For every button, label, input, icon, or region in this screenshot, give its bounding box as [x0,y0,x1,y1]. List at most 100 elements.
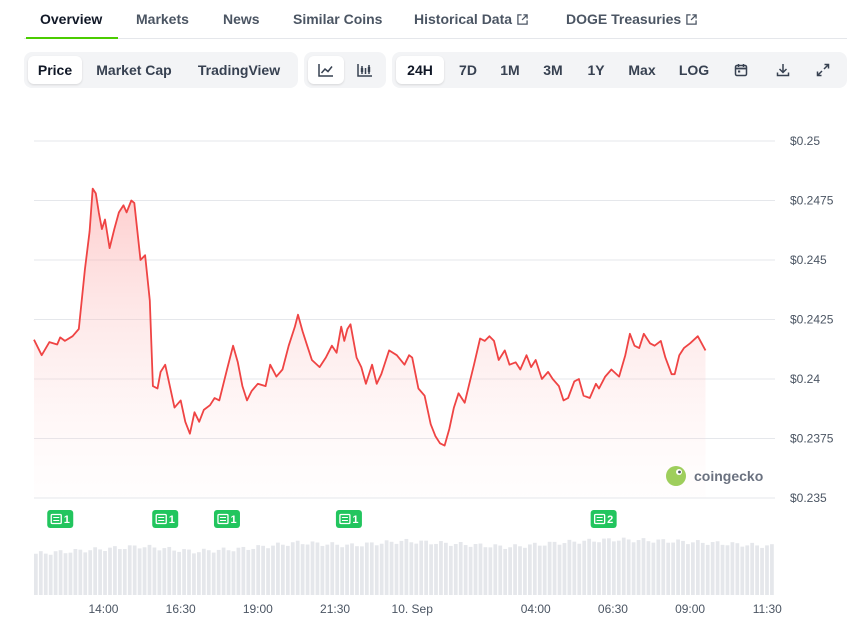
news-badge[interactable]: 1 [47,510,74,528]
volume-bar [58,550,63,595]
volume-bar [53,551,58,595]
y-tick-label: $0.245 [790,253,827,267]
volume-bar [424,540,428,595]
volume-bar [740,546,745,595]
news-badge[interactable]: 2 [590,510,617,528]
volume-bar [661,539,666,595]
price-chart[interactable]: $0.25 $0.2475 $0.245 $0.2425 $0.24 $0.2375 $0.… [0,0,847,625]
volume-bar [592,541,596,595]
volume-bar [93,547,98,595]
volume-bar [256,545,261,595]
volume-bar [384,540,389,595]
volume-bar [236,547,241,595]
volume-bar [651,542,656,595]
news-badge[interactable]: 1 [152,510,179,528]
volume-bar [117,549,122,595]
volume-bar [602,538,606,595]
volume-bar [137,548,142,595]
volume-bar [572,541,577,595]
volume-bar [439,541,443,595]
volume-bar [177,551,181,595]
volume-bar [523,547,527,595]
volume-bar [695,540,700,595]
volume-bar [488,547,493,595]
volume-bar [641,538,646,595]
volume-bar [735,543,740,595]
news-badge-count: 1 [230,514,236,526]
volume-bar [43,553,48,595]
volume-bar [147,544,152,595]
volume-bar [192,553,196,595]
volume-bar [730,542,735,595]
volume-bar [429,544,433,595]
coingecko-wordmark: coingecko [694,468,763,484]
volume-bar [78,549,83,595]
volume-bar [369,542,374,595]
volume-bar [108,547,112,595]
volume-bar [251,548,256,595]
volume-bar [379,543,384,595]
y-tick-label: $0.24 [790,372,820,386]
volume-bar [325,544,330,595]
volume-bar [231,551,236,595]
volume-bar [221,547,226,595]
volume-bar [473,544,478,595]
volume-bar [281,544,285,595]
volume-bar [216,549,221,595]
volume-bar [389,541,394,595]
volume-bar [720,544,725,595]
volume-bar [518,546,522,595]
news-badge-count: 1 [352,514,358,526]
volume-bar [508,547,512,595]
volume-bar [374,545,379,595]
x-tick-label: 10. Sep [392,602,434,616]
volume-bar [285,545,290,595]
volume-bar [261,545,265,595]
volume-bar [211,552,216,595]
news-badge-count: 1 [169,514,175,526]
volume-bar [631,542,636,595]
volume-bar [725,545,730,595]
volume-bar [458,542,463,595]
y-tick-label: $0.2425 [790,313,834,327]
volume-bar [646,541,651,595]
volume-bar [453,543,458,595]
volume-bar [345,544,349,595]
volume-bar [157,550,162,595]
x-tick-label: 11:30 [753,602,782,616]
volume-bar [409,542,414,595]
x-tick-label: 06:30 [598,602,628,616]
volume-bar [577,543,582,595]
volume-bar [478,543,483,595]
volume-bar [681,540,685,595]
volume-bar [305,544,310,595]
volume-bar [295,540,300,595]
x-tick-label: 16:30 [166,602,196,616]
volume-bar [350,543,354,595]
volume-bar [142,547,147,595]
volume-bar [360,546,364,595]
volume-bar [103,551,107,595]
coingecko-logo-icon [666,466,686,486]
volume-bar [300,544,305,595]
volume-bar [444,542,448,595]
volume-bar [34,553,38,595]
news-badge[interactable]: 1 [213,510,240,528]
volume-bar [493,544,498,595]
volume-bar [404,538,409,595]
x-tick-label: 04:00 [521,602,551,616]
volume-bar [162,548,167,595]
volume-bar [532,542,537,595]
volume-bar [241,546,246,595]
news-badge[interactable]: 1 [335,510,362,528]
volume-bar [626,539,631,595]
y-tick-label: $0.25 [790,134,820,148]
volume-bar [587,538,592,595]
volume-bar [498,545,503,595]
volume-bar [607,538,611,595]
volume-bar [48,554,53,595]
volume-bar [468,546,473,595]
volume-bar [182,549,186,595]
volume-bar [172,550,177,595]
news-badge-count: 2 [607,514,613,526]
